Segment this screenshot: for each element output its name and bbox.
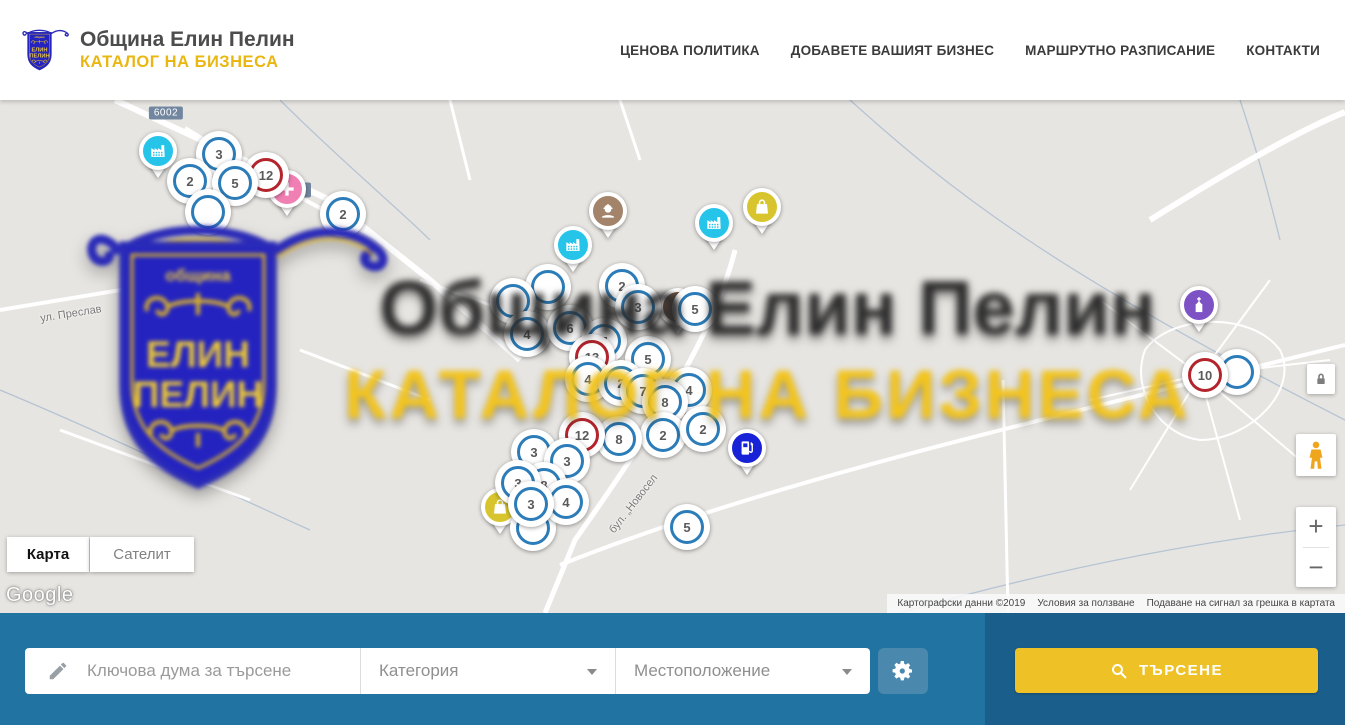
lock-button[interactable] (1307, 364, 1335, 394)
category-dropdown[interactable]: Категория (360, 648, 615, 694)
cluster-count: 5 (670, 510, 704, 544)
pegman-icon (1305, 440, 1327, 470)
cluster-count (531, 270, 565, 304)
cluster-marker[interactable]: 3 (615, 284, 661, 330)
chevron-down-icon (842, 669, 852, 680)
terms-link[interactable]: Условия за ползване (1031, 598, 1140, 609)
zoom-out-button[interactable]: − (1296, 547, 1336, 587)
header: община ЕЛИН ПЕЛИН Община Елин Пелин (0, 0, 1345, 100)
cluster-count: 3 (514, 487, 548, 521)
nav-item-pricing[interactable]: ЦЕНОВА ПОЛИТИКА (620, 43, 760, 58)
cluster-marker[interactable]: 4 (504, 311, 550, 357)
search-bar: Категория Местоположение ТЪРСЕНЕ (0, 613, 1345, 725)
map-attribution: Картографски данни ©2019 Условия за полз… (887, 594, 1345, 613)
advanced-search-button[interactable] (878, 648, 928, 694)
location-dropdown-label: Местоположение (634, 661, 770, 681)
cluster-marker[interactable]: 10 (1182, 352, 1228, 398)
nav-item-contacts[interactable]: КОНТАКТИ (1246, 43, 1320, 58)
road-number-badge: 6002 (149, 107, 183, 120)
cluster-marker[interactable]: 5 (672, 286, 718, 332)
cluster-count: 4 (549, 485, 583, 519)
cluster-marker[interactable]: 5 (664, 504, 710, 550)
cluster-count: 10 (1188, 358, 1222, 392)
site-title: Община Елин Пелин (80, 28, 295, 52)
pencil-icon (47, 660, 69, 682)
cluster-count: 2 (646, 418, 680, 452)
page: община ЕЛИН ПЕЛИН Община Елин Пелин (0, 0, 1345, 725)
map-canvas[interactable]: 3212522354671354274822812338343510 6002у… (0, 100, 1345, 613)
chevron-down-icon (587, 669, 597, 680)
cluster-count: 5 (678, 292, 712, 326)
map-type-control: Карта Сателит (7, 537, 194, 572)
satellite-view-button[interactable]: Сателит (90, 537, 194, 572)
nav-item-add-business[interactable]: ДОБАВЕТЕ ВАШИЯТ БИЗНЕС (791, 43, 994, 58)
zoom-in-button[interactable]: + (1296, 507, 1336, 547)
search-submit-button[interactable]: ТЪРСЕНЕ (1015, 648, 1318, 693)
cluster-marker[interactable]: 2 (320, 191, 366, 237)
fuel-icon (728, 429, 766, 467)
cluster-count: 2 (326, 197, 360, 231)
municipality-crest-icon: община ЕЛИН ПЕЛИН (22, 19, 70, 81)
site-subtitle: КАТАЛОГ НА БИЗНЕСА (80, 53, 295, 72)
lock-icon (1313, 371, 1329, 387)
main-nav: ЦЕНОВА ПОЛИТИКА ДОБАВЕТЕ ВАШИЯТ БИЗНЕС М… (620, 43, 1320, 58)
pegman-button[interactable] (1296, 434, 1336, 476)
cluster-count: 4 (510, 317, 544, 351)
factory-icon (695, 204, 733, 242)
keyword-field-wrap (25, 648, 360, 694)
worker-icon (589, 192, 627, 230)
keyword-search-input[interactable] (85, 660, 360, 682)
map-view-button[interactable]: Карта (7, 537, 89, 572)
cluster-marker[interactable]: 2 (680, 406, 726, 452)
factory-icon (554, 226, 592, 264)
attribution-copyright: Картографски данни ©2019 (891, 598, 1031, 609)
search-button-label: ТЪРСЕНЕ (1139, 662, 1223, 679)
site-logo[interactable]: община ЕЛИН ПЕЛИН Община Елин Пелин (22, 19, 295, 81)
cluster-count: 8 (602, 422, 636, 456)
church-icon (1180, 286, 1218, 324)
gear-icon (891, 659, 915, 683)
cluster-marker[interactable]: 3 (508, 481, 554, 527)
category-pin-marker[interactable] (1176, 286, 1222, 342)
category-pin-marker[interactable] (739, 188, 785, 244)
category-pin-marker[interactable] (691, 204, 737, 260)
category-dropdown-label: Категория (379, 661, 458, 681)
search-fields: Категория Местоположение (25, 648, 870, 694)
cluster-marker[interactable] (185, 189, 231, 235)
cluster-count: 3 (621, 290, 655, 324)
factory-icon (139, 132, 177, 170)
google-logo[interactable]: Google (6, 584, 74, 607)
svg-text:ЕЛИН: ЕЛИН (31, 47, 47, 53)
svg-text:ПЕЛИН: ПЕЛИН (29, 54, 49, 60)
bag-icon (743, 188, 781, 226)
location-dropdown[interactable]: Местоположение (615, 648, 870, 694)
zoom-control: + − (1296, 507, 1336, 587)
cluster-marker[interactable]: 2 (640, 412, 686, 458)
cluster-count (191, 195, 225, 229)
nav-item-route-schedule[interactable]: МАРШРУТНО РАЗПИСАНИЕ (1025, 43, 1215, 58)
site-title-block: Община Елин Пелин КАТАЛОГ НА БИЗНЕСА (80, 28, 295, 71)
cluster-count: 2 (686, 412, 720, 446)
report-error-link[interactable]: Подаване на сигнал за грешка в картата (1141, 598, 1341, 609)
category-pin-marker[interactable] (724, 429, 770, 485)
search-icon (1110, 662, 1128, 680)
